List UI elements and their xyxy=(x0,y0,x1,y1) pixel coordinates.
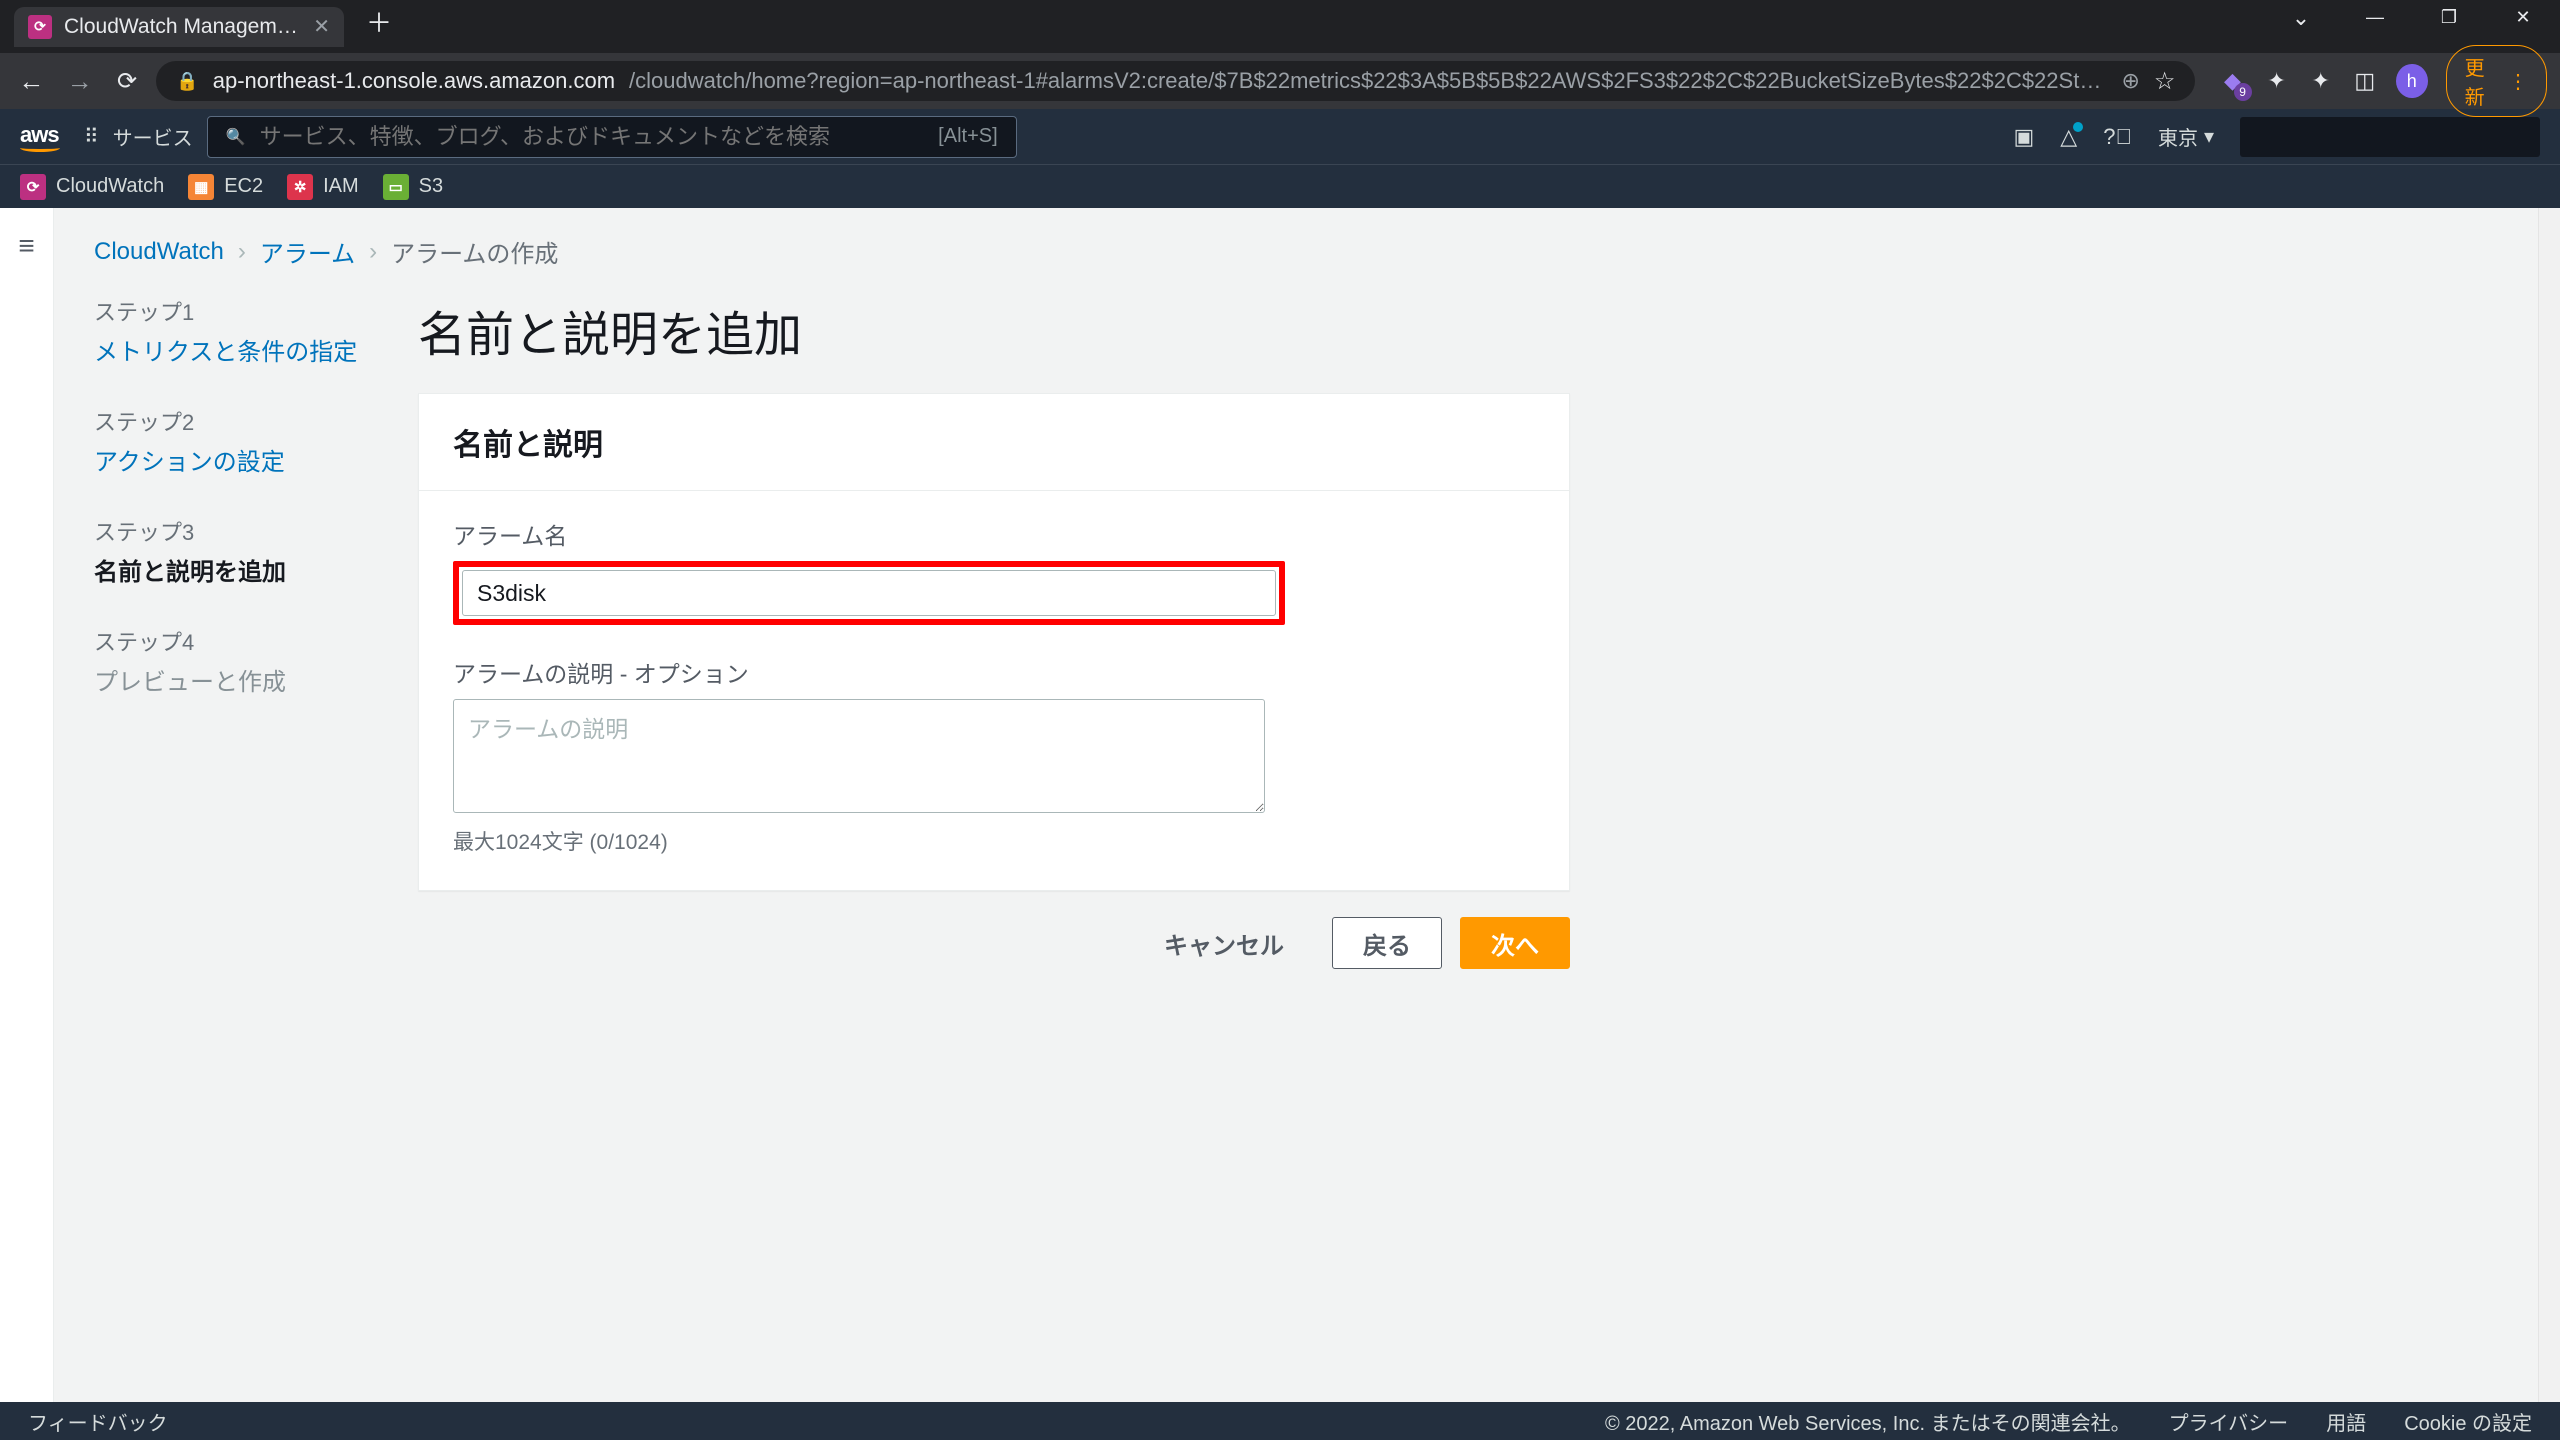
alarm-name-label: アラーム名 xyxy=(453,517,1535,551)
aws-footer: フィードバック © 2022, Amazon Web Services, Inc… xyxy=(0,1402,2560,1440)
close-tab-icon[interactable]: ✕ xyxy=(313,14,330,39)
alarm-description-input[interactable] xyxy=(453,699,1265,813)
extension-icon[interactable]: ✦ xyxy=(2264,67,2290,95)
account-menu[interactable] xyxy=(2240,117,2540,157)
breadcrumb: CloudWatch › アラーム › アラームの作成 xyxy=(94,234,2520,269)
step-1: ステップ1 メトリクスと条件の指定 xyxy=(94,295,374,371)
service-link-s3[interactable]: ▭ S3 xyxy=(383,174,443,200)
cookie-settings-link[interactable]: Cookie の設定 xyxy=(2404,1407,2532,1436)
breadcrumb-alarms[interactable]: アラーム xyxy=(260,234,355,269)
aws-search-input[interactable] xyxy=(260,124,925,150)
aws-favorites-bar: ⟳ CloudWatch ▦ EC2 ✲ IAM ▭ S3 xyxy=(0,164,2560,208)
lock-icon: 🔒 xyxy=(176,71,198,92)
service-link-iam[interactable]: ✲ IAM xyxy=(287,174,359,200)
copyright-text: © 2022, Amazon Web Services, Inc. またはその関… xyxy=(1605,1407,2131,1436)
feedback-link[interactable]: フィードバック xyxy=(28,1407,168,1436)
scrollbar[interactable] xyxy=(2538,208,2560,1402)
back-button[interactable]: 戻る xyxy=(1332,917,1442,969)
new-tab-button[interactable]: ＋ xyxy=(366,3,392,40)
search-icon: 🔍 xyxy=(226,127,246,147)
next-button[interactable]: 次へ xyxy=(1460,917,1570,969)
cloudwatch-icon: ⟳ xyxy=(20,174,46,200)
service-link-cloudwatch[interactable]: ⟳ CloudWatch xyxy=(20,174,164,200)
wizard-steps: ステップ1 メトリクスと条件の指定 ステップ2 アクションの設定 ステップ3 名… xyxy=(94,295,374,969)
translate-icon[interactable]: ⊕ xyxy=(2121,68,2139,94)
reload-button[interactable]: ⟳ xyxy=(110,67,144,96)
search-shortcut-hint: [Alt+S] xyxy=(938,125,997,148)
services-grid-icon[interactable]: ⠿ xyxy=(84,124,99,149)
update-chrome-button[interactable]: 更新 ⋮ xyxy=(2446,45,2547,117)
step-title-metrics[interactable]: メトリクスと条件の指定 xyxy=(94,335,374,371)
step-title-name-desc: 名前と説明を追加 xyxy=(94,555,374,591)
browser-tab-strip: ⟳ CloudWatch Management Consc ✕ ＋ ⌄ ― ❐ … xyxy=(0,0,2560,53)
side-panel-icon[interactable]: ◫ xyxy=(2352,67,2378,95)
browser-toolbar: ← → ⟳ 🔒 ap-northeast-1.console.aws.amazo… xyxy=(0,53,2560,109)
aws-search-bar[interactable]: 🔍 [Alt+S] xyxy=(207,116,1017,158)
browser-tab[interactable]: ⟳ CloudWatch Management Consc ✕ xyxy=(14,7,344,47)
chevron-down-icon: ▾ xyxy=(2204,124,2214,149)
step-number: ステップ4 xyxy=(94,625,374,657)
cloudshell-icon[interactable]: ▣ xyxy=(2013,124,2034,150)
panel-header: 名前と説明 xyxy=(419,394,1569,491)
side-nav-toggle[interactable]: ≡ xyxy=(0,208,54,1402)
help-icon[interactable]: ?⃝ xyxy=(2103,124,2132,150)
main-content: CloudWatch › アラーム › アラームの作成 ステップ1 メトリクスと… xyxy=(54,208,2560,1402)
aws-logo[interactable]: aws xyxy=(20,122,60,152)
step-title-preview: プレビューと作成 xyxy=(94,665,374,701)
forward-button[interactable]: → xyxy=(61,66,97,97)
address-bar[interactable]: 🔒 ap-northeast-1.console.aws.amazon.com … xyxy=(156,61,2195,101)
step-4: ステップ4 プレビューと作成 xyxy=(94,625,374,701)
step-number: ステップ2 xyxy=(94,405,374,437)
url-path: /cloudwatch/home?region=ap-northeast-1#a… xyxy=(629,68,2107,94)
iam-icon: ✲ xyxy=(287,174,313,200)
wizard-actions: キャンセル 戻る 次へ xyxy=(418,917,1570,969)
breadcrumb-cloudwatch[interactable]: CloudWatch xyxy=(94,238,224,266)
extension-icon[interactable]: ◆ xyxy=(2219,67,2245,95)
chevron-right-icon: › xyxy=(238,238,246,266)
extensions-menu-icon[interactable]: ✦ xyxy=(2308,67,2334,95)
cancel-button[interactable]: キャンセル xyxy=(1134,917,1314,969)
chevron-right-icon: › xyxy=(369,238,377,266)
cloudwatch-favicon: ⟳ xyxy=(28,15,52,39)
alarm-description-helper: 最大1024文字 (0/1024) xyxy=(453,826,1535,856)
tab-title: CloudWatch Management Consc xyxy=(64,15,301,39)
region-selector[interactable]: 東京 ▾ xyxy=(2158,122,2214,151)
aws-global-nav: aws ⠿ サービス 🔍 [Alt+S] ▣ △ ?⃝ 東京 ▾ xyxy=(0,109,2560,164)
breadcrumb-create-alarm: アラームの作成 xyxy=(391,234,558,269)
bookmark-icon[interactable]: ☆ xyxy=(2154,67,2176,96)
url-domain: ap-northeast-1.console.aws.amazon.com xyxy=(213,68,615,94)
alarm-description-label: アラームの説明 - オプション xyxy=(453,655,1535,689)
page-title: 名前と説明を追加 xyxy=(418,295,1570,365)
service-link-ec2[interactable]: ▦ EC2 xyxy=(188,174,263,200)
back-button[interactable]: ← xyxy=(13,66,49,97)
step-2: ステップ2 アクションの設定 xyxy=(94,405,374,481)
profile-avatar[interactable]: h xyxy=(2396,64,2428,98)
alarm-name-input[interactable] xyxy=(462,570,1276,616)
step-title-actions[interactable]: アクションの設定 xyxy=(94,445,374,481)
s3-icon: ▭ xyxy=(383,174,409,200)
step-3: ステップ3 名前と説明を追加 xyxy=(94,515,374,591)
terms-link[interactable]: 用語 xyxy=(2326,1407,2366,1436)
privacy-link[interactable]: プライバシー xyxy=(2169,1407,2289,1436)
step-number: ステップ1 xyxy=(94,295,374,327)
alarm-name-highlight xyxy=(453,561,1285,625)
step-number: ステップ3 xyxy=(94,515,374,547)
ec2-icon: ▦ xyxy=(188,174,214,200)
notifications-icon[interactable]: △ xyxy=(2060,124,2077,150)
name-description-panel: 名前と説明 アラーム名 アラームの説明 - オプション 最大1024文字 (0/… xyxy=(418,393,1570,891)
services-label[interactable]: サービス xyxy=(113,122,193,151)
